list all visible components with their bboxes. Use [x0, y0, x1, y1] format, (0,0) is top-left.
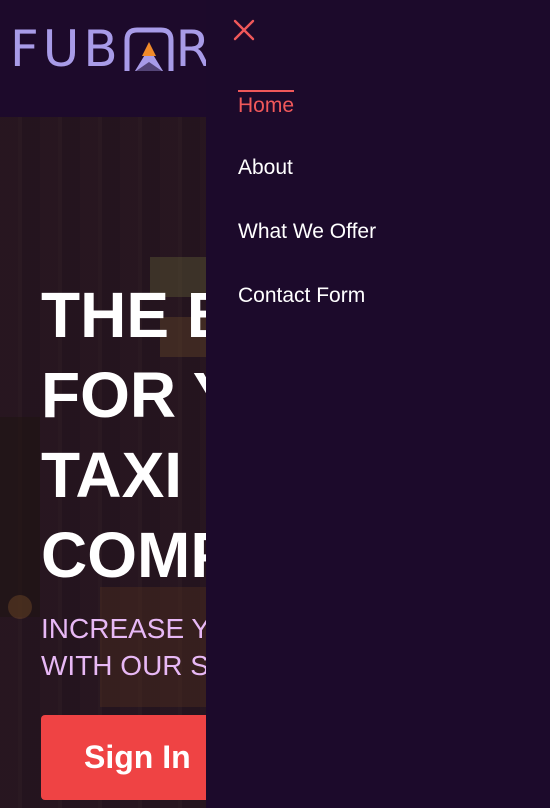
nav-item-what-we-offer: What We Offer	[238, 218, 376, 282]
logo-arch-icon	[124, 26, 174, 72]
nav-link-contact-form[interactable]: Contact Form	[238, 282, 365, 310]
brand-logo[interactable]: FUB R	[10, 24, 214, 74]
nav-item-contact-form: Contact Form	[238, 282, 376, 346]
nav-drawer: Home About What We Offer Contact Form	[206, 0, 550, 808]
nav-link-what-we-offer[interactable]: What We Offer	[238, 218, 376, 246]
nav-item-home: Home	[238, 90, 376, 154]
hero-subtitle: INCREASE YO WITH OUR SI	[41, 613, 232, 681]
logo-text-left: FUB	[10, 20, 122, 78]
close-icon[interactable]	[232, 18, 256, 42]
nav-link-about[interactable]: About	[238, 154, 293, 182]
nav-item-about: About	[238, 154, 376, 218]
nav-link-home[interactable]: Home	[238, 90, 295, 120]
nav-menu: Home About What We Offer Contact Form	[238, 90, 376, 346]
